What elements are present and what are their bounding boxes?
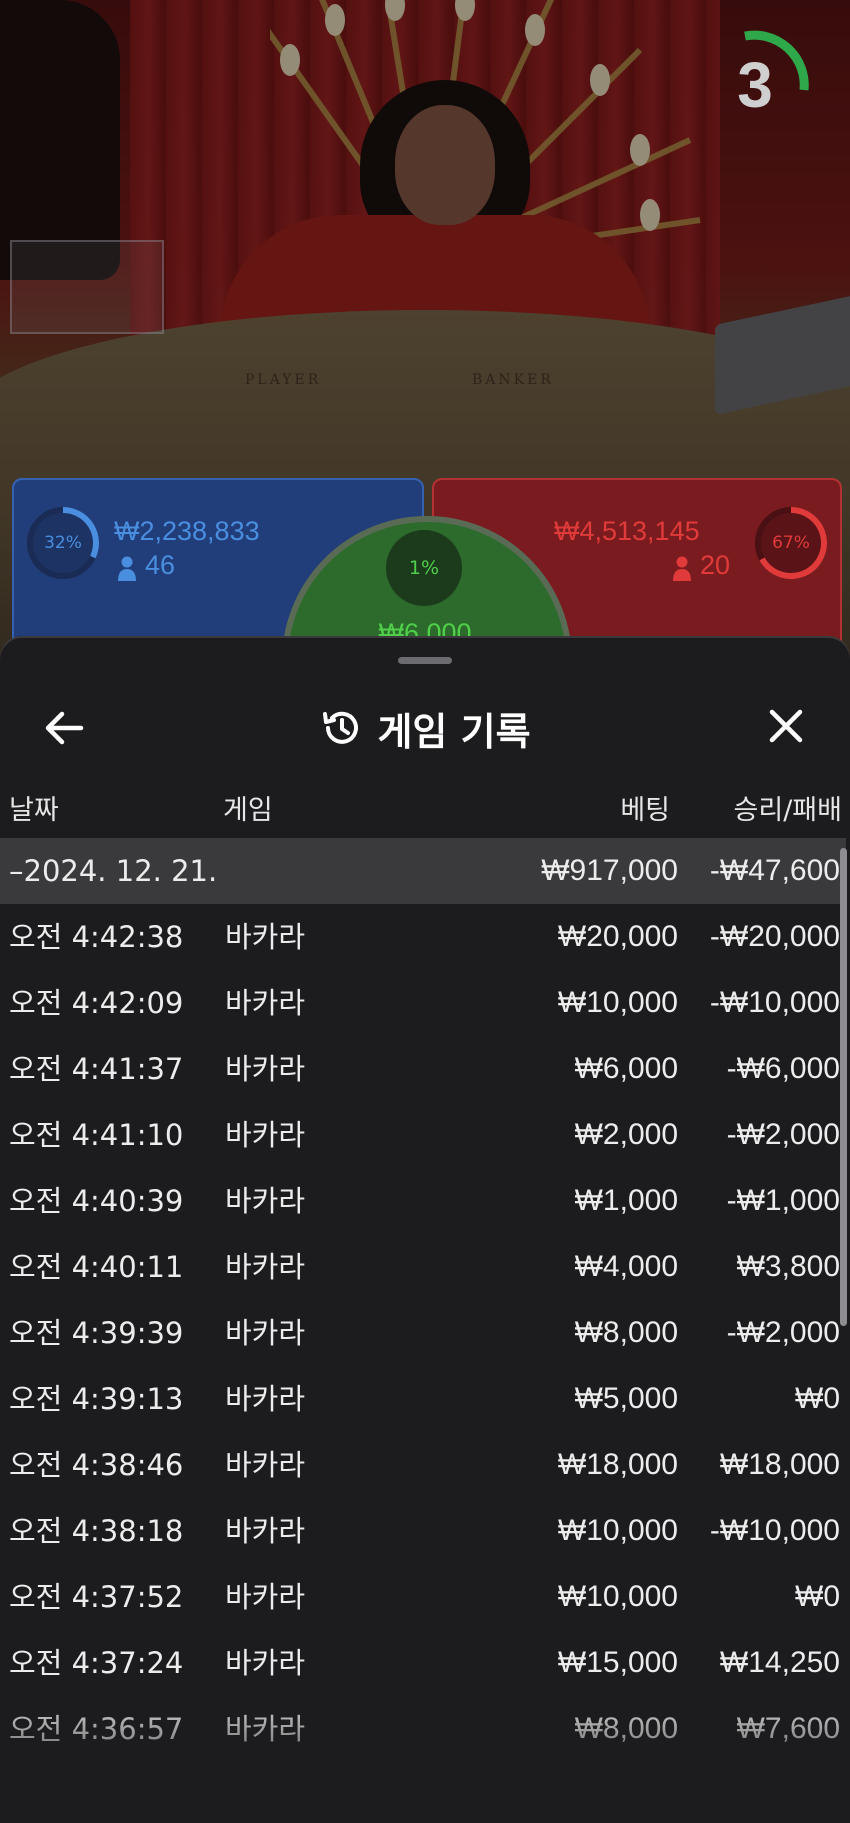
- row-game: 바카라: [225, 1052, 306, 1086]
- row-bet: ₩1,000: [574, 1184, 678, 1217]
- history-row[interactable]: 오전 4:38:18 바카라 ₩10,000 -₩10,000: [0, 1498, 846, 1564]
- row-game: 바카라: [225, 1646, 306, 1680]
- row-result: -₩2,000: [726, 1118, 840, 1151]
- row-game: 바카라: [225, 1712, 306, 1746]
- history-row[interactable]: 오전 4:36:57 바카라 ₩8,000 ₩7,600: [0, 1696, 846, 1762]
- row-time: 오전 4:37:24: [9, 1646, 184, 1680]
- history-row[interactable]: 오전 4:40:39 바카라 ₩1,000 -₩1,000: [0, 1168, 846, 1234]
- row-result: -₩10,000: [709, 986, 840, 1019]
- summary-result: -₩47,600: [709, 854, 840, 887]
- row-time: 오전 4:39:39: [9, 1316, 184, 1350]
- round-countdown: 3: [700, 30, 810, 140]
- column-header-bet[interactable]: 베팅: [620, 786, 670, 836]
- sheet-title-group: 게임 기록: [0, 700, 850, 756]
- history-row[interactable]: 오전 4:42:09 바카라 ₩10,000 -₩10,000: [0, 970, 846, 1036]
- row-time: 오전 4:40:11: [9, 1250, 184, 1284]
- row-time: 오전 4:39:13: [9, 1382, 184, 1416]
- history-row[interactable]: 오전 4:38:46 바카라 ₩18,000 ₩18,000: [0, 1432, 846, 1498]
- row-time: 오전 4:36:57: [9, 1712, 184, 1746]
- close-button[interactable]: [750, 698, 820, 758]
- row-result: -₩6,000: [726, 1052, 840, 1085]
- banker-count-value: 20: [700, 550, 731, 580]
- row-bet: ₩10,000: [557, 1580, 678, 1613]
- row-game: 바카라: [225, 1580, 306, 1614]
- row-bet: ₩2,000: [574, 1118, 678, 1151]
- row-bet: ₩6,000: [574, 1052, 678, 1085]
- row-bet: ₩4,000: [574, 1250, 678, 1283]
- row-result: -₩2,000: [726, 1316, 840, 1349]
- history-icon: [323, 711, 359, 744]
- row-time: 오전 4:42:09: [9, 986, 184, 1020]
- countdown-number: 3: [737, 49, 773, 121]
- row-result: -₩1,000: [726, 1184, 840, 1217]
- row-time: 오전 4:41:37: [9, 1052, 184, 1086]
- summary-date: –2024. 12. 21.: [9, 854, 218, 888]
- row-bet: ₩8,000: [574, 1316, 678, 1349]
- row-bet: ₩15,000: [557, 1646, 678, 1679]
- row-game: 바카라: [225, 1382, 306, 1416]
- row-time: 오전 4:38:18: [9, 1514, 184, 1548]
- column-header-result[interactable]: 승리/패배: [734, 786, 842, 836]
- history-row[interactable]: 오전 4:40:11 바카라 ₩4,000 ₩3,800: [0, 1234, 846, 1300]
- row-game: 바카라: [225, 1448, 306, 1482]
- row-result: ₩18,000: [719, 1448, 840, 1481]
- player-total-amount: ₩2,238,833: [114, 516, 260, 546]
- history-list[interactable]: 오전 4:42:38 바카라 ₩20,000 -₩20,000 오전 4:42:…: [0, 904, 846, 1823]
- row-time: 오전 4:37:52: [9, 1580, 184, 1614]
- history-row[interactable]: 오전 4:39:39 바카라 ₩8,000 -₩2,000: [0, 1300, 846, 1366]
- row-bet: ₩20,000: [557, 920, 678, 953]
- row-result: ₩3,800: [736, 1250, 840, 1283]
- sheet-drag-handle[interactable]: [398, 657, 452, 664]
- row-game: 바카라: [225, 920, 306, 954]
- row-time: 오전 4:38:46: [9, 1448, 184, 1482]
- row-bet: ₩10,000: [557, 1514, 678, 1547]
- row-game: 바카라: [225, 1316, 306, 1350]
- row-bet: ₩18,000: [557, 1448, 678, 1481]
- history-row[interactable]: 오전 4:37:52 바카라 ₩10,000 ₩0: [0, 1564, 846, 1630]
- column-header-date[interactable]: 날짜: [9, 786, 59, 836]
- row-result: ₩0: [795, 1580, 840, 1613]
- row-game: 바카라: [225, 1118, 306, 1152]
- history-row[interactable]: 오전 4:37:24 바카라 ₩15,000 ₩14,250: [0, 1630, 846, 1696]
- tie-percent: 1%: [408, 557, 440, 579]
- player-count-value: 46: [145, 550, 176, 580]
- row-game: 바카라: [225, 1184, 306, 1218]
- sheet-header: 게임 기록: [0, 678, 850, 778]
- game-history-sheet: 게임 기록 날짜 게임 베팅 승리/패배 –2024. 12. 21. ₩917…: [0, 638, 850, 1823]
- history-row[interactable]: 오전 4:42:38 바카라 ₩20,000 -₩20,000: [0, 904, 846, 970]
- row-game: 바카라: [225, 1514, 306, 1548]
- row-result: ₩14,250: [719, 1646, 840, 1679]
- history-scrollbar[interactable]: [840, 848, 847, 1326]
- date-summary-row[interactable]: –2024. 12. 21. ₩917,000 -₩47,600: [0, 838, 846, 904]
- row-time: 오전 4:42:38: [9, 920, 184, 954]
- row-result: -₩20,000: [709, 920, 840, 953]
- row-result: -₩10,000: [709, 1514, 840, 1547]
- row-game: 바카라: [225, 986, 306, 1020]
- history-row[interactable]: 오전 4:39:13 바카라 ₩5,000 ₩0: [0, 1366, 846, 1432]
- history-row[interactable]: 오전 4:41:10 바카라 ₩2,000 -₩2,000: [0, 1102, 846, 1168]
- row-bet: ₩10,000: [557, 986, 678, 1019]
- row-result: ₩0: [795, 1382, 840, 1415]
- close-icon: [769, 709, 803, 743]
- player-percent: 32%: [44, 533, 82, 553]
- row-bet: ₩8,000: [574, 1712, 678, 1745]
- history-row[interactable]: 오전 4:41:37 바카라 ₩6,000 -₩6,000: [0, 1036, 846, 1102]
- row-result: ₩7,600: [736, 1712, 840, 1745]
- person-icon: [673, 556, 691, 581]
- row-game: 바카라: [225, 1250, 306, 1284]
- row-bet: ₩5,000: [574, 1382, 678, 1415]
- person-icon: [118, 556, 136, 581]
- banker-percent: 67%: [772, 533, 810, 553]
- banker-total-amount: ₩4,513,145: [554, 516, 700, 546]
- row-time: 오전 4:40:39: [9, 1184, 184, 1218]
- row-time: 오전 4:41:10: [9, 1118, 184, 1152]
- column-header-game[interactable]: 게임: [223, 786, 273, 836]
- sheet-title: 게임 기록: [377, 709, 531, 754]
- summary-bet: ₩917,000: [541, 854, 678, 887]
